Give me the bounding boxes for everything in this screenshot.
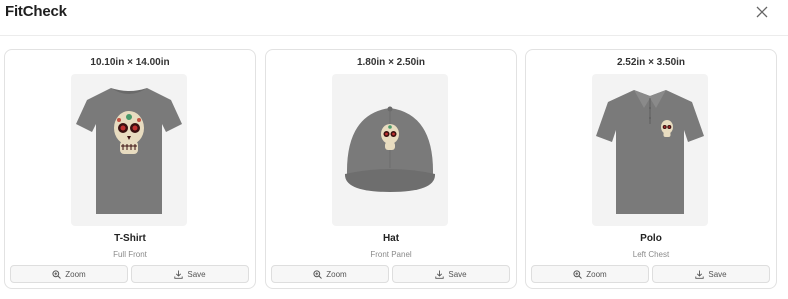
download-icon [435,270,445,279]
print-dimensions: 2.52in × 3.50in [616,57,686,68]
product-preview-polo[interactable] [592,74,708,226]
zoom-label: Zoom [326,269,347,279]
zoom-button[interactable]: Zoom [10,265,128,283]
polo-image [596,90,704,214]
zoom-in-icon [52,269,62,279]
product-card-hat: 1.80in × 2.50in Hat Front Panel Zoom Sav… [265,49,517,289]
close-icon [756,6,768,18]
print-dimensions: 10.10in × 14.00in [90,57,170,68]
product-name: Hat [382,233,400,244]
save-button[interactable]: Save [392,265,510,283]
zoom-button[interactable]: Zoom [531,265,649,283]
zoom-in-icon [573,269,583,279]
app-title: FitCheck [5,3,67,20]
placement-label: Full Front [113,250,147,259]
product-name: Polo [640,233,662,244]
save-label: Save [708,269,727,279]
product-card-tshirt: 10.10in × 14.00in T-Shirt Full Front Zoo… [4,49,256,289]
zoom-in-icon [313,269,323,279]
close-button[interactable] [754,4,770,20]
save-button[interactable]: Save [652,265,770,283]
product-name: T-Shirt [114,233,146,244]
save-label: Save [448,269,467,279]
download-icon [695,270,705,279]
tshirt-image [76,88,182,214]
placement-label: Left Chest [632,250,670,259]
product-preview-hat[interactable] [332,74,448,226]
zoom-button[interactable]: Zoom [271,265,389,283]
product-preview-tshirt[interactable] [71,74,187,226]
placement-label: Front Panel [370,250,412,259]
save-button[interactable]: Save [131,265,249,283]
save-label: Save [187,269,206,279]
download-icon [174,270,184,279]
product-card-polo: 2.52in × 3.50in Polo Left Chest Zoom Sav… [525,49,777,289]
print-dimensions: 1.80in × 2.50in [356,57,426,68]
dialog-header: FitCheck [0,0,788,36]
zoom-label: Zoom [586,269,607,279]
zoom-label: Zoom [65,269,86,279]
hat-image [344,106,436,192]
